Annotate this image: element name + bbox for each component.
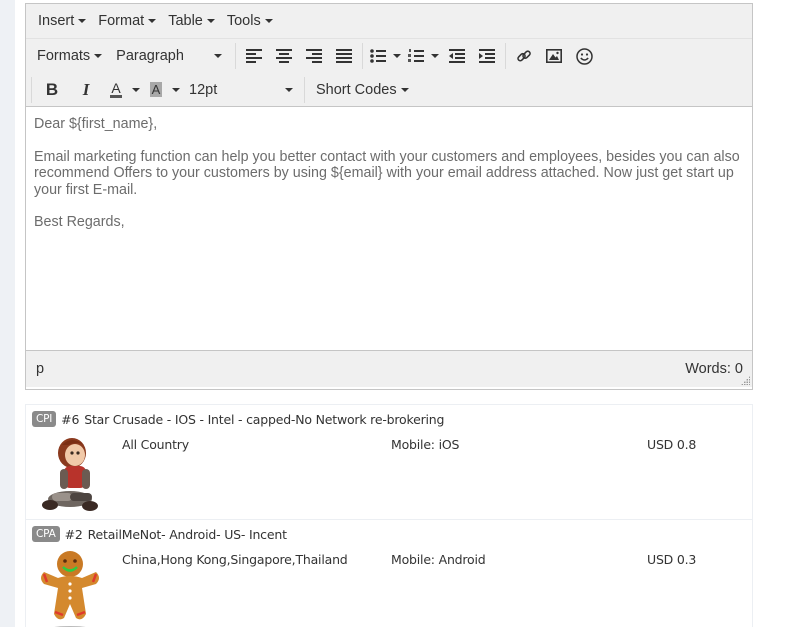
toolbar-separator [362, 43, 364, 69]
font-size-value: 12pt [189, 81, 218, 98]
offer-payout: USD 0.8 [647, 437, 697, 452]
align-left-button[interactable] [239, 43, 269, 69]
emoticon-icon [575, 47, 593, 65]
short-codes-dropdown[interactable]: Short Codes [308, 77, 415, 103]
formats-label: Formats [37, 48, 91, 64]
bold-icon: B [45, 79, 59, 99]
indent-icon [479, 49, 496, 63]
formats-dropdown[interactable]: Formats [31, 43, 108, 69]
caret-down-icon [400, 87, 409, 92]
outdent-icon [449, 49, 466, 63]
left-rail [0, 0, 15, 627]
outdent-button[interactable] [442, 43, 472, 69]
caret-down-icon [94, 54, 103, 58]
short-codes-label: Short Codes [316, 81, 397, 98]
align-justify-icon [336, 49, 353, 63]
closing-paragraph: Best Regards, [34, 214, 125, 230]
offer-name: RetailMeNot- Android- US- Incent [87, 526, 287, 542]
offer-type-badge: CPI [32, 411, 57, 427]
align-right-icon [306, 49, 323, 63]
offer-id: #6 [61, 411, 80, 427]
offer-country: All Country [122, 437, 189, 452]
toolbar-separator [235, 43, 237, 69]
menu-tools[interactable]: Tools [221, 13, 279, 29]
numbered-list-icon [408, 49, 425, 62]
element-path[interactable]: p [36, 361, 44, 377]
editor-content-area[interactable]: Dear ${first_name}, Email marketing func… [26, 107, 752, 350]
toolbar-separator [304, 76, 305, 103]
insert-emoticon-button[interactable] [569, 43, 599, 69]
toolbar-separator [31, 76, 32, 103]
insert-link-button[interactable] [509, 43, 539, 69]
menu-format[interactable]: Format [92, 13, 162, 29]
menu-label: Table [168, 13, 203, 29]
bullet-list-button[interactable] [366, 43, 390, 69]
background-color-icon: A [149, 82, 163, 97]
caret-down-icon [393, 54, 402, 58]
offer-platform: Mobile: iOS [391, 437, 460, 452]
offer-title: CPI #6 Star Crusade - IOS - Intel - capp… [32, 411, 444, 427]
insert-image-button[interactable] [539, 43, 569, 69]
caret-down-icon [264, 19, 273, 23]
text-color-dropdown[interactable] [129, 77, 143, 103]
offer-country: China,Hong Kong,Singapore,Thailand [122, 552, 348, 567]
gingerbread-man-image [41, 551, 99, 627]
offer-title: CPA #2 RetailMeNot- Android- US- Incent [32, 526, 287, 542]
editor-menubar: Insert Format Table Tools [26, 4, 752, 39]
align-center-icon [276, 49, 293, 63]
girl-character-image [42, 438, 98, 511]
caret-down-icon [214, 54, 223, 58]
italic-button[interactable]: I [69, 77, 103, 103]
offer-id: #2 [64, 526, 83, 542]
bold-button[interactable]: B [35, 77, 69, 103]
offer-type-badge: CPA [32, 526, 60, 542]
indent-button[interactable] [472, 43, 502, 69]
font-size-select[interactable]: 12pt [183, 77, 301, 103]
word-count: Words: 0 [685, 361, 743, 377]
caret-down-icon [132, 87, 140, 92]
menu-table[interactable]: Table [162, 13, 221, 29]
text-color-icon: A [110, 79, 122, 98]
numbered-list-button[interactable] [404, 43, 428, 69]
offer-item[interactable]: CPA #2 RetailMeNot- Android- US- Incent … [26, 520, 752, 627]
block-format-select[interactable]: Paragraph [108, 43, 232, 69]
block-format-value: Paragraph [116, 48, 184, 64]
greeting-paragraph: Dear ${first_name}, [34, 116, 158, 132]
editor-toolbar: Formats Paragraph B I A A 12pt Short Cod… [26, 39, 752, 107]
background-color-button[interactable]: A [143, 77, 169, 103]
rich-text-editor: Insert Format Table Tools Formats Paragr… [25, 3, 753, 390]
offer-payout: USD 0.3 [647, 552, 697, 567]
offer-platform: Mobile: Android [391, 552, 486, 567]
image-icon [546, 49, 563, 63]
caret-down-icon [285, 87, 293, 92]
caret-down-icon [148, 19, 157, 23]
bullet-list-icon [370, 49, 387, 63]
align-justify-button[interactable] [329, 43, 359, 69]
background-color-dropdown[interactable] [169, 77, 183, 103]
body-paragraph: Email marketing function can help you be… [34, 148, 740, 198]
text-color-button[interactable]: A [103, 77, 129, 103]
menu-insert[interactable]: Insert [32, 13, 92, 29]
offer-name: Star Crusade - IOS - Intel - capped-No N… [84, 411, 445, 427]
align-right-button[interactable] [299, 43, 329, 69]
menu-label: Format [98, 13, 145, 29]
align-center-button[interactable] [269, 43, 299, 69]
bullet-list-dropdown[interactable] [390, 43, 404, 69]
caret-down-icon [431, 54, 440, 58]
align-left-icon [246, 49, 263, 63]
link-icon [517, 50, 532, 62]
offer-item[interactable]: CPI #6 Star Crusade - IOS - Intel - capp… [26, 405, 752, 520]
editor-statusbar: p Words: 0 [26, 350, 752, 387]
caret-down-icon [206, 19, 215, 23]
numbered-list-dropdown[interactable] [428, 43, 442, 69]
toolbar-separator [505, 43, 507, 69]
menu-label: Insert [38, 13, 75, 29]
caret-down-icon [172, 87, 180, 92]
caret-down-icon [78, 19, 87, 23]
italic-icon: I [82, 79, 90, 99]
resize-handle[interactable] [741, 376, 750, 385]
menu-label: Tools [226, 13, 261, 29]
offer-list: CPI #6 Star Crusade - IOS - Intel - capp… [25, 404, 753, 627]
